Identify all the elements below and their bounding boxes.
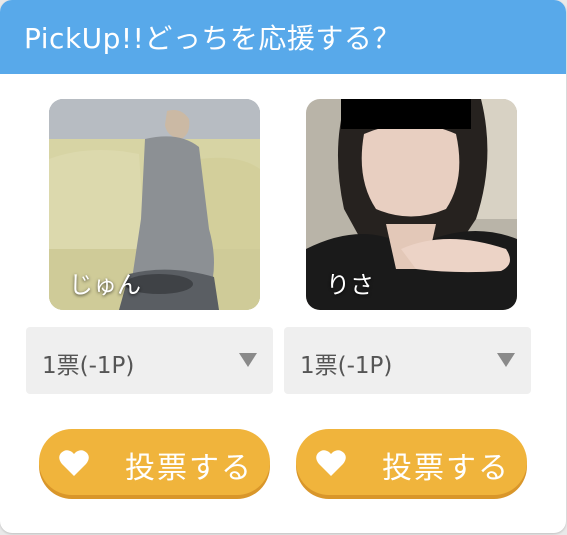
chevron-down-icon bbox=[239, 353, 257, 367]
candidate-name: りさ bbox=[326, 271, 374, 299]
card-title: PickUp!!どっちを応援する？ bbox=[24, 22, 401, 55]
vote-count-select[interactable]: 1票(-1P) bbox=[26, 327, 273, 394]
vote-count-select[interactable]: 1票(-1P) bbox=[284, 327, 531, 394]
pickup-card: PickUp!!どっちを応援する？ じゅん 1票(-1P) 投票する りさ 1票… bbox=[0, 0, 566, 533]
card-header: PickUp!!どっちを応援する？ bbox=[0, 0, 566, 74]
candidate-photo-risa[interactable]: りさ bbox=[306, 99, 517, 310]
vote-button-label: 投票する bbox=[382, 451, 510, 486]
vote-button[interactable]: 投票する bbox=[296, 429, 527, 495]
select-value: 1票(-1P) bbox=[42, 353, 135, 379]
vote-button-label: 投票する bbox=[125, 451, 253, 486]
heart-icon bbox=[316, 450, 346, 476]
heart-icon bbox=[59, 450, 89, 476]
candidate-photo-jun[interactable]: じゅん bbox=[49, 99, 260, 310]
candidate-name: じゅん bbox=[69, 271, 141, 299]
chevron-down-icon bbox=[497, 353, 515, 367]
select-value: 1票(-1P) bbox=[300, 353, 393, 379]
vote-button[interactable]: 投票する bbox=[39, 429, 270, 495]
